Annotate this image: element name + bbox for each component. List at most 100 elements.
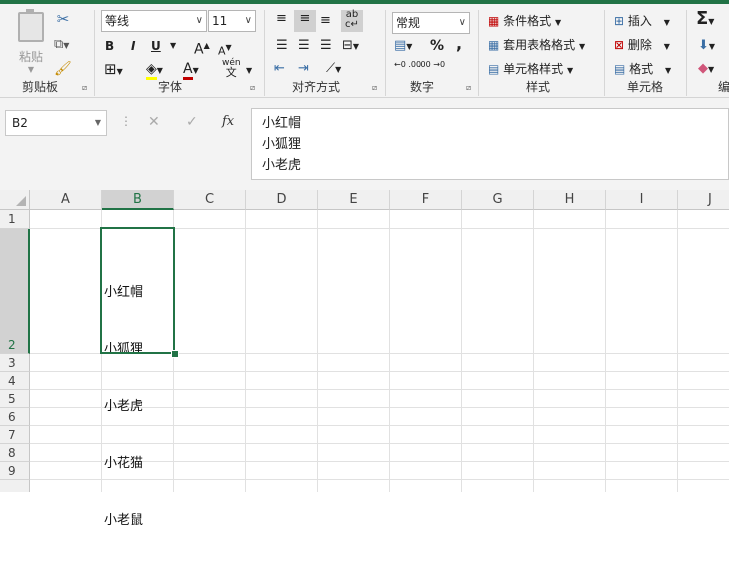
clipboard-launcher-icon[interactable]: ⧄ xyxy=(82,83,87,93)
number-group-label: 数字 xyxy=(409,80,434,94)
clipboard-icon xyxy=(18,9,44,42)
font-name-combo[interactable]: 等线 ∨ xyxy=(101,10,207,32)
autosum-button[interactable]: Σ▼ xyxy=(696,10,714,31)
formula-input[interactable]: 小红帽 小狐狸 小老虎 xyxy=(251,108,729,180)
align-center-icon[interactable]: ☰ xyxy=(298,37,310,55)
align-right-icon[interactable]: ☰ xyxy=(320,37,332,55)
cell-styles-button[interactable]: ▤ 单元格样式 ▼ xyxy=(488,60,573,80)
increase-indent-icon[interactable]: ⇥ xyxy=(298,60,309,78)
paste-button[interactable]: 粘贴 ▼ xyxy=(14,9,48,82)
formula-line: 小红帽 xyxy=(262,116,302,131)
conditional-format-icon: ▦ xyxy=(488,14,500,28)
fill-color-icon[interactable]: ◈▼ xyxy=(146,60,163,80)
borders-icon[interactable]: ⊞▼ xyxy=(104,60,123,81)
chevron-down-icon[interactable]: ▼ xyxy=(246,62,252,80)
row-header-10[interactable] xyxy=(0,480,30,492)
clipboard-group-label: 剪贴板 xyxy=(21,80,58,94)
row-header-9[interactable]: 9 xyxy=(0,462,30,480)
grow-font-button[interactable]: A▲ xyxy=(194,37,210,59)
clear-icon[interactable]: ◆▼ xyxy=(698,60,714,79)
chevron-down-icon[interactable]: ∨ xyxy=(459,13,466,33)
insert-button[interactable]: ⊞ 插入 ▼ xyxy=(614,12,670,32)
column-header-a[interactable]: A xyxy=(30,190,102,210)
increase-decimal-icon[interactable]: ←0 .00 xyxy=(394,60,421,69)
column-header-j[interactable]: J xyxy=(678,190,729,210)
copy-icon[interactable]: ⧉▼ xyxy=(54,36,80,55)
column-header-f[interactable]: F xyxy=(390,190,462,210)
styles-group-label: 样式 xyxy=(525,80,550,94)
cancel-icon[interactable]: ✕ xyxy=(148,114,160,130)
alignment-group-label: 对齐方式 xyxy=(291,80,340,94)
column-header-h[interactable]: H xyxy=(534,190,606,210)
row-header-1[interactable]: 1 xyxy=(0,210,30,229)
alignment-launcher-icon[interactable]: ⧄ xyxy=(372,83,377,93)
row-header-2[interactable]: 2 xyxy=(0,229,30,354)
row-header-3[interactable]: 3 xyxy=(0,354,30,372)
top-align-icon[interactable]: ≡ xyxy=(276,10,287,28)
column-header-c[interactable]: C xyxy=(174,190,246,210)
cut-icon[interactable]: ✂ xyxy=(54,10,72,28)
selection-border xyxy=(100,227,175,354)
font-launcher-icon[interactable]: ⧄ xyxy=(250,83,255,93)
worksheet-grid[interactable]: A B C D E F G H I J 1 2 3 4 5 6 7 8 9 小红… xyxy=(0,190,729,528)
number-format-combo[interactable]: 常规 ∨ xyxy=(392,12,470,34)
chevron-down-icon[interactable]: ∨ xyxy=(196,11,203,31)
chevron-down-icon[interactable]: ∨ xyxy=(245,11,252,31)
percent-button[interactable]: % xyxy=(430,37,444,55)
format-painter-icon[interactable]: 🖌 xyxy=(54,60,72,78)
column-header-e[interactable]: E xyxy=(318,190,390,210)
chevron-down-icon[interactable]: ▼ xyxy=(95,111,101,135)
name-box[interactable]: B2 ▼ xyxy=(5,110,107,136)
bold-button[interactable]: B xyxy=(105,37,114,55)
align-left-icon[interactable]: ☰ xyxy=(276,37,288,55)
decrease-decimal-icon[interactable]: .00 →0 xyxy=(418,60,445,69)
editing-group-label: 编 xyxy=(717,80,729,94)
number-format-value: 常规 xyxy=(396,16,421,30)
column-header-d[interactable]: D xyxy=(246,190,318,210)
formula-line: 小狐狸 xyxy=(262,137,302,152)
merge-center-icon[interactable]: ⊟▼ xyxy=(342,37,359,56)
conditional-format-button[interactable]: ▦ 条件格式 ▼ xyxy=(488,12,561,32)
select-all-corner[interactable] xyxy=(0,190,30,210)
cell-styles-icon: ▤ xyxy=(488,62,500,76)
font-color-icon[interactable]: A▼ xyxy=(183,60,199,80)
bottom-align-icon[interactable]: ≡ xyxy=(320,12,331,30)
insert-function-icon[interactable]: fx xyxy=(222,114,234,129)
currency-icon[interactable]: ▤▼ xyxy=(394,37,412,56)
row-header-8[interactable]: 8 xyxy=(0,444,30,462)
table-icon: ▦ xyxy=(488,38,500,52)
row-header-4[interactable]: 4 xyxy=(0,372,30,390)
ribbon: 粘贴 ▼ ✂ ⧉▼ 🖌 剪贴板 ⧄ 等线 ∨ 11 ∨ B I U ▼ A▲ A… xyxy=(0,0,729,98)
underline-button[interactable]: U xyxy=(151,37,161,55)
cell-line: 小老鼠 xyxy=(104,513,144,528)
delete-button[interactable]: ⊠ 删除 ▼ xyxy=(614,36,670,56)
name-box-value: B2 xyxy=(12,116,28,130)
wrap-text-icon[interactable]: ab c↵ xyxy=(341,10,363,32)
middle-align-icon[interactable]: ≡ xyxy=(294,10,316,32)
column-header-i[interactable]: I xyxy=(606,190,678,210)
paste-label: 粘贴 xyxy=(18,50,43,64)
font-size-combo[interactable]: 11 ∨ xyxy=(208,10,256,32)
decrease-indent-icon[interactable]: ⇤ xyxy=(274,60,285,78)
formula-bar-grip-icon: ⋮ xyxy=(120,114,132,128)
phonetic-icon[interactable]: wén 文 xyxy=(222,58,241,78)
number-launcher-icon[interactable]: ⧄ xyxy=(466,83,471,93)
format-icon: ▤ xyxy=(614,62,626,76)
cells-group-label: 单元格 xyxy=(626,80,663,94)
row-header-6[interactable]: 6 xyxy=(0,408,30,426)
italic-button[interactable]: I xyxy=(131,37,135,55)
column-header-b[interactable]: B xyxy=(102,190,174,210)
chevron-down-icon[interactable]: ▼ xyxy=(170,37,176,55)
fill-handle[interactable] xyxy=(171,350,179,358)
format-as-table-button[interactable]: ▦ 套用表格格式 ▼ xyxy=(488,36,585,56)
format-button[interactable]: ▤ 格式 ▼ xyxy=(614,60,671,80)
font-group-label: 字体 xyxy=(157,80,182,94)
confirm-icon[interactable]: ✓ xyxy=(186,114,198,130)
comma-button[interactable]: , xyxy=(456,35,462,53)
row-header-7[interactable]: 7 xyxy=(0,426,30,444)
column-header-g[interactable]: G xyxy=(462,190,534,210)
chevron-down-icon: ▼ xyxy=(27,65,35,74)
fill-icon[interactable]: ⬇▼ xyxy=(698,37,715,56)
row-header-5[interactable]: 5 xyxy=(0,390,30,408)
orientation-icon[interactable]: ⟋▼ xyxy=(326,60,341,79)
